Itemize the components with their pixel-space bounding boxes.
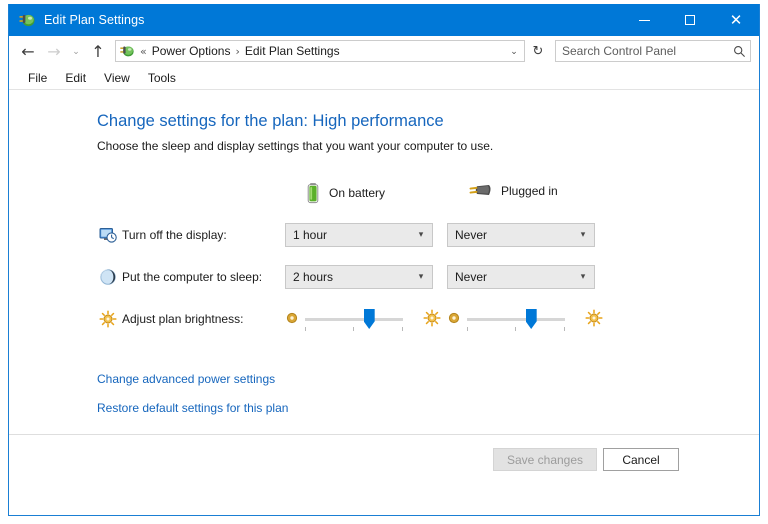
dropdown-value: Never (455, 270, 488, 284)
page-subtitle: Choose the sleep and display settings th… (97, 139, 494, 153)
sun-dim-icon (285, 311, 299, 325)
slider-thumb[interactable] (525, 309, 537, 329)
slider-track[interactable] (305, 318, 403, 321)
button-bar: Save changes Cancel (9, 435, 759, 515)
search-input[interactable] (556, 44, 728, 58)
monitor-clock-icon (99, 226, 117, 244)
recent-locations-chevron-icon[interactable]: ⌄ (67, 38, 85, 64)
menu-bar: File Edit View Tools (9, 66, 759, 90)
sun-bright-icon (423, 309, 441, 327)
link-restore-default-settings[interactable]: Restore default settings for this plan (97, 401, 288, 415)
sun-bright-icon (585, 309, 603, 327)
column-label-plugged-in: Plugged in (501, 184, 558, 198)
column-header-plugged-in: Plugged in (467, 182, 558, 200)
breadcrumb-separator-icon: › (235, 44, 240, 58)
slider-track[interactable] (467, 318, 565, 321)
navigation-bar: ← → ⌄ ↑ « Power Options › Edit Plan Sett… (9, 36, 759, 66)
power-plug-icon (119, 43, 135, 59)
address-dropdown-chevron-icon[interactable]: ⌄ (504, 41, 524, 61)
setting-label-put-computer-to-sleep: Put the computer to sleep: (122, 270, 263, 284)
breadcrumb-power-options[interactable]: Power Options (152, 44, 231, 58)
dropdown-value: Never (455, 228, 488, 242)
column-label-on-battery: On battery (329, 186, 386, 200)
menu-item-edit[interactable]: Edit (56, 68, 95, 88)
setting-label-turn-off-display: Turn off the display: (122, 228, 227, 242)
slider-brightness-plugged-in[interactable] (443, 306, 603, 332)
minimize-icon[interactable] (621, 4, 667, 36)
maximize-icon[interactable] (667, 4, 713, 36)
chevron-down-icon: ▾ (580, 272, 586, 282)
menu-item-tools[interactable]: Tools (139, 68, 185, 88)
dropdown-turn-off-display-on-battery[interactable]: 1 hour ▾ (285, 223, 433, 247)
setting-row-put-computer-to-sleep: Put the computer to sleep: 2 hours ▾ Nev… (9, 264, 759, 290)
slider-ticks (467, 327, 565, 332)
back-button[interactable]: ← (15, 38, 41, 64)
window-title: Edit Plan Settings (44, 13, 145, 27)
menu-item-file[interactable]: File (19, 68, 56, 88)
page-title: Change settings for the plan: High perfo… (97, 112, 444, 130)
breadcrumb-edit-plan-settings[interactable]: Edit Plan Settings (245, 44, 340, 58)
menu-item-view[interactable]: View (95, 68, 139, 88)
slider-ticks (305, 327, 403, 332)
battery-icon (305, 182, 321, 204)
setting-row-adjust-plan-brightness: Adjust plan brightness: (9, 306, 759, 332)
save-changes-button[interactable]: Save changes (493, 448, 597, 471)
chevron-down-icon: ▾ (580, 230, 586, 240)
content-area: Change settings for the plan: High perfo… (9, 90, 759, 515)
dropdown-put-computer-to-sleep-on-battery[interactable]: 2 hours ▾ (285, 265, 433, 289)
close-icon[interactable]: ✕ (713, 4, 759, 36)
title-bar: Edit Plan Settings ✕ (9, 4, 759, 36)
sun-dim-icon (447, 311, 461, 325)
column-header-on-battery: On battery (305, 182, 385, 204)
link-change-advanced-power-settings[interactable]: Change advanced power settings (97, 372, 275, 386)
edit-plan-settings-window: Edit Plan Settings ✕ ← → ⌄ ↑ « Power Opt… (8, 4, 760, 516)
setting-label-adjust-plan-brightness: Adjust plan brightness: (122, 312, 244, 326)
column-headers: On battery Plugged in (9, 182, 759, 206)
search-icon[interactable] (728, 45, 750, 58)
forward-button[interactable]: → (41, 38, 67, 64)
breadcrumb-overflow[interactable]: « (140, 45, 147, 58)
dropdown-put-computer-to-sleep-plugged-in[interactable]: Never ▾ (447, 265, 595, 289)
chevron-down-icon: ▾ (418, 230, 424, 240)
chevron-down-icon: ▾ (418, 272, 424, 282)
dropdown-turn-off-display-plugged-in[interactable]: Never ▾ (447, 223, 595, 247)
sun-icon (99, 310, 117, 328)
moon-icon (99, 268, 117, 286)
cancel-button[interactable]: Cancel (603, 448, 679, 471)
power-plug-icon (467, 182, 493, 200)
slider-brightness-on-battery[interactable] (281, 306, 441, 332)
setting-row-turn-off-display: Turn off the display: 1 hour ▾ Never ▾ (9, 222, 759, 248)
caption-buttons: ✕ (621, 4, 759, 36)
slider-thumb[interactable] (363, 309, 375, 329)
up-button[interactable]: ↑ (85, 38, 111, 64)
address-bar[interactable]: « Power Options › Edit Plan Settings ⌄ (115, 40, 525, 62)
dropdown-value: 2 hours (293, 270, 334, 284)
power-plug-icon (18, 11, 36, 29)
search-box[interactable] (555, 40, 751, 62)
refresh-button[interactable]: ↻ (527, 40, 549, 62)
dropdown-value: 1 hour (293, 228, 328, 242)
